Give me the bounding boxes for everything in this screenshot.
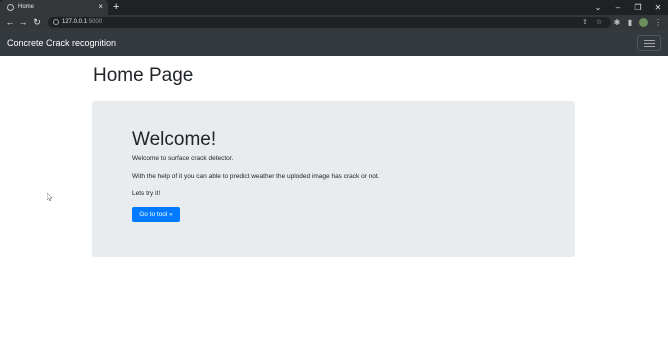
url-text: 127.0.0.1:5000: [62, 19, 102, 25]
share-icon[interactable]: ⇪: [582, 17, 588, 28]
mouse-cursor-icon: [47, 193, 53, 201]
url-port: :5000: [87, 19, 103, 25]
welcome-heading: Welcome!: [132, 129, 217, 150]
side-panel-icon[interactable]: ▮: [624, 15, 636, 30]
back-icon[interactable]: ←: [4, 15, 16, 30]
hamburger-icon-bar: [644, 40, 655, 41]
navbar-brand[interactable]: Concrete Crack recognition: [7, 38, 116, 48]
site-navbar: Concrete Crack recognition: [0, 30, 668, 56]
page-title: Home Page: [93, 65, 194, 86]
extensions-icon[interactable]: ✱: [611, 15, 623, 30]
browser-tab-home[interactable]: Home ×: [0, 0, 108, 15]
forward-icon[interactable]: →: [17, 15, 29, 30]
menu-kebab-icon[interactable]: ⋮: [652, 15, 664, 30]
maximize-button[interactable]: ❐: [628, 0, 648, 15]
close-window-button[interactable]: ✕: [648, 0, 668, 15]
navbar-toggler-button[interactable]: [637, 35, 661, 51]
reload-icon[interactable]: ↻: [31, 15, 43, 30]
bookmark-star-icon[interactable]: ☆: [596, 17, 602, 28]
tab-title: Home: [18, 4, 35, 10]
url-host: 127.0.0.1: [62, 19, 88, 25]
minimize-button[interactable]: –: [608, 0, 628, 15]
hamburger-icon-bar: [644, 43, 655, 44]
browser-toolbar: ← → ↻ 127.0.0.1:5000 ⇪ ☆ ✱ ▮ ⋮: [0, 15, 668, 30]
close-tab-icon[interactable]: ×: [98, 2, 103, 11]
address-bar[interactable]: 127.0.0.1:5000 ⇪ ☆: [48, 17, 611, 28]
welcome-jumbotron: Welcome! Welcome to surface crack detect…: [92, 101, 575, 257]
call-to-action-text: Lets try it!: [132, 190, 161, 197]
tab-search-icon[interactable]: ⌄: [588, 0, 608, 15]
hamburger-icon-bar: [644, 46, 655, 47]
go-to-tool-button[interactable]: Go to tool »: [132, 207, 180, 222]
description-text: With the help of it you can able to pred…: [132, 173, 380, 180]
site-info-icon[interactable]: [53, 19, 59, 25]
new-tab-button[interactable]: +: [113, 0, 119, 15]
browser-tab-strip: Home × + ⌄ – ❐ ✕: [0, 0, 668, 15]
intro-text: Welcome to surface crack detector.: [132, 155, 234, 162]
globe-icon: [7, 4, 14, 11]
profile-avatar[interactable]: [639, 18, 648, 27]
